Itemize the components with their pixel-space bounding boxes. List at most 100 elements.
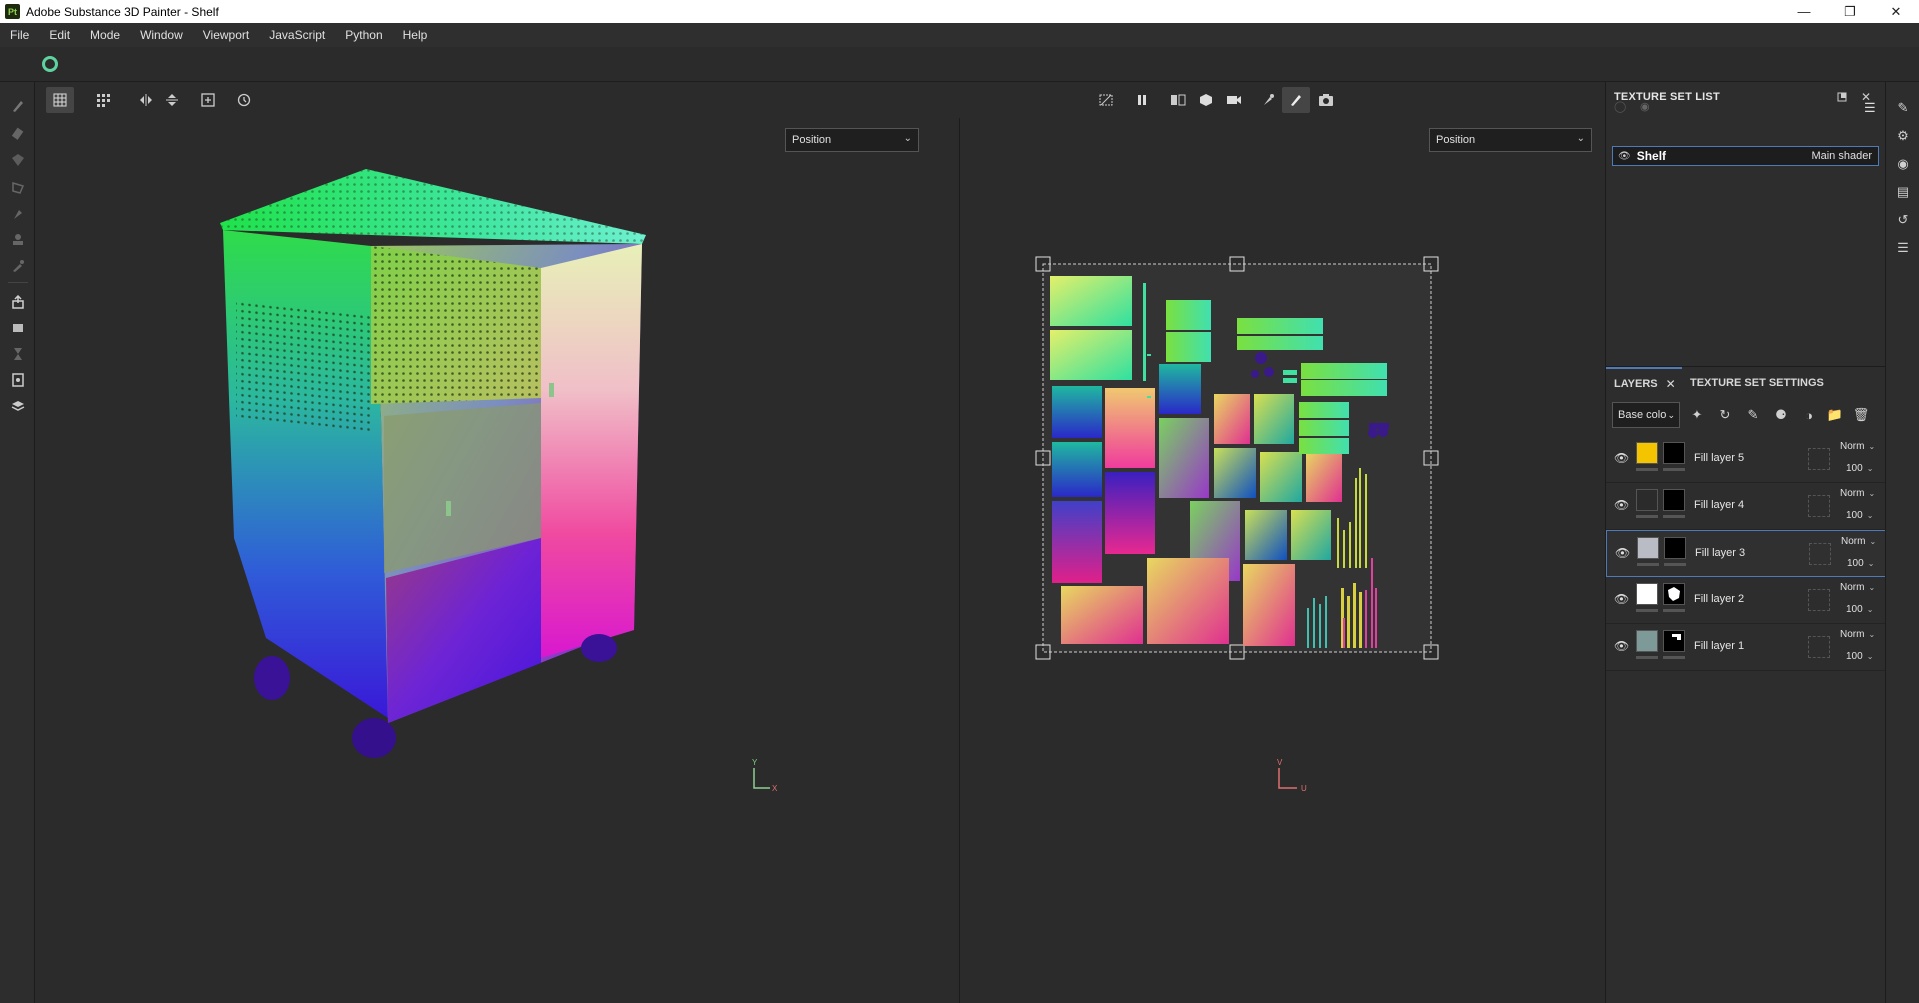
- effect-slot[interactable]: [1808, 636, 1830, 658]
- lighting-icon[interactable]: [1254, 87, 1282, 113]
- effect-slot[interactable]: [1808, 589, 1830, 611]
- display-settings-icon[interactable]: ◉: [1895, 156, 1911, 172]
- history-icon[interactable]: [230, 87, 258, 113]
- hourglass-icon[interactable]: [8, 344, 28, 364]
- layer-name[interactable]: Fill layer 5: [1694, 452, 1744, 464]
- layer-name[interactable]: Fill layer 1: [1694, 640, 1744, 652]
- eye-icon[interactable]: 👁: [1615, 546, 1630, 560]
- layer-mask-thumbnail[interactable]: [1663, 630, 1685, 652]
- blend-mode-select[interactable]: Norm ⌄: [1841, 536, 1876, 547]
- split-view-icon[interactable]: [1164, 87, 1192, 113]
- report-icon[interactable]: [8, 370, 28, 390]
- opacity-select[interactable]: 100 ⌄: [1846, 510, 1873, 521]
- smudge-icon[interactable]: [8, 204, 28, 224]
- paint-mode-icon[interactable]: [1282, 87, 1310, 113]
- menu-icon[interactable]: ☰: [1864, 100, 1876, 116]
- eye-icon[interactable]: 👁: [1618, 151, 1631, 162]
- projection-icon[interactable]: [8, 150, 28, 170]
- delete-layer-icon[interactable]: 🗑: [1852, 406, 1870, 424]
- log-panel-icon[interactable]: ☰: [1895, 240, 1911, 256]
- menu-python[interactable]: Python: [335, 28, 392, 42]
- menu-javascript[interactable]: JavaScript: [259, 28, 335, 42]
- opacity-select[interactable]: 100 ⌄: [1846, 463, 1873, 474]
- channel-select[interactable]: Base colo ⌄: [1612, 402, 1680, 428]
- layer-row[interactable]: 👁 Fill layer 2 Norm ⌄ 100 ⌄: [1606, 577, 1886, 624]
- frame-icon[interactable]: [194, 87, 222, 113]
- layer-mask-thumbnail[interactable]: [1663, 442, 1685, 464]
- add-effect-icon[interactable]: ✦: [1688, 406, 1706, 424]
- maximize-button[interactable]: ❐: [1827, 0, 1873, 23]
- texture-set-row[interactable]: 👁 Shelf Main shader: [1612, 146, 1879, 166]
- eye-icon[interactable]: 👁: [1614, 451, 1629, 465]
- layer-row-selected[interactable]: 👁 Fill layer 3 Norm ⌄ 100 ⌄: [1606, 530, 1886, 577]
- layer-row[interactable]: 👁 Fill layer 5 Norm ⌄ 100 ⌄: [1606, 436, 1886, 483]
- paint-brush-icon[interactable]: [8, 96, 28, 116]
- menu-file[interactable]: File: [0, 28, 39, 42]
- opacity-select[interactable]: 100 ⌄: [1846, 604, 1873, 615]
- close-icon[interactable]: ✕: [1666, 377, 1676, 391]
- link-icon[interactable]: ◯: [1614, 100, 1626, 113]
- menu-viewport[interactable]: Viewport: [193, 28, 259, 42]
- add-smart-material-icon[interactable]: ◑: [1800, 406, 1818, 424]
- bake-icon[interactable]: [8, 318, 28, 338]
- undock-icon[interactable]: [1834, 89, 1850, 105]
- screenshot-icon[interactable]: [1312, 87, 1340, 113]
- layer-row[interactable]: 👁 Fill layer 4 Norm ⌄ 100 ⌄: [1606, 483, 1886, 530]
- cube-view-icon[interactable]: [1192, 87, 1220, 113]
- eye-icon[interactable]: 👁: [1614, 498, 1629, 512]
- export-icon[interactable]: [8, 292, 28, 312]
- shelf-panel-icon[interactable]: ▤: [1895, 184, 1911, 200]
- history-panel-icon[interactable]: ↺: [1895, 212, 1911, 228]
- camera-view-icon[interactable]: [1220, 87, 1248, 113]
- blend-mode-select[interactable]: Norm ⌄: [1840, 629, 1875, 640]
- menu-window[interactable]: Window: [130, 28, 193, 42]
- eye-icon[interactable]: 👁: [1614, 592, 1629, 606]
- effect-slot[interactable]: [1809, 543, 1831, 565]
- layer-name[interactable]: Fill layer 4: [1694, 499, 1744, 511]
- symmetry-icon[interactable]: [132, 87, 160, 113]
- add-paint-layer-icon[interactable]: ✎: [1744, 406, 1762, 424]
- viewport-3d[interactable]: Position ⌄ Y X: [36, 118, 960, 1003]
- add-mask-icon[interactable]: ↻: [1716, 406, 1734, 424]
- menu-help[interactable]: Help: [393, 28, 438, 42]
- tab-texture-set-settings[interactable]: TEXTURE SET SETTINGS: [1690, 367, 1824, 399]
- add-fill-layer-icon[interactable]: ⚈: [1772, 406, 1790, 424]
- layer-mask-thumbnail[interactable]: [1663, 583, 1685, 605]
- eye-icon[interactable]: 👁: [1614, 639, 1629, 653]
- blend-mode-select[interactable]: Norm ⌄: [1840, 488, 1875, 499]
- effect-slot[interactable]: [1808, 495, 1830, 517]
- opacity-select[interactable]: 100 ⌄: [1847, 558, 1874, 569]
- effect-slot[interactable]: [1808, 448, 1830, 470]
- sync-icon[interactable]: [42, 56, 58, 72]
- layer-name[interactable]: Fill layer 3: [1695, 547, 1745, 559]
- opacity-value: 100: [1846, 651, 1863, 662]
- brush-panel-icon[interactable]: ✎: [1895, 100, 1911, 116]
- blend-mode-select[interactable]: Norm ⌄: [1840, 582, 1875, 593]
- layer-mask-thumbnail[interactable]: [1663, 489, 1685, 511]
- menu-edit[interactable]: Edit: [39, 28, 80, 42]
- settings-panel-icon[interactable]: ⚙: [1895, 128, 1911, 144]
- eraser-icon[interactable]: [8, 124, 28, 144]
- multi-grid-icon[interactable]: [90, 87, 118, 113]
- viewport-2d[interactable]: Position ⌄ V U: [961, 118, 1605, 1003]
- polygon-fill-icon[interactable]: [8, 178, 28, 198]
- eye-icon[interactable]: ◉: [1640, 100, 1650, 113]
- hide-ui-icon[interactable]: [1092, 87, 1120, 113]
- shelf-icon[interactable]: [8, 396, 28, 416]
- grid-view-icon[interactable]: [46, 87, 74, 113]
- layer-row[interactable]: 👁 Fill layer 1 Norm ⌄ 100 ⌄: [1606, 624, 1886, 671]
- minimize-button[interactable]: —: [1781, 0, 1827, 23]
- add-folder-icon[interactable]: 📁: [1826, 406, 1844, 424]
- layer-mask-thumbnail[interactable]: [1664, 537, 1686, 559]
- blend-mode-select[interactable]: Norm ⌄: [1840, 441, 1875, 452]
- clone-stamp-icon[interactable]: [8, 230, 28, 250]
- tab-layers[interactable]: LAYERS ✕: [1606, 367, 1682, 399]
- pause-icon[interactable]: [1128, 87, 1156, 113]
- texture-set-shader[interactable]: Main shader: [1811, 150, 1872, 162]
- layer-name[interactable]: Fill layer 2: [1694, 593, 1744, 605]
- mirror-icon[interactable]: [158, 87, 186, 113]
- color-picker-icon[interactable]: [8, 256, 28, 276]
- opacity-select[interactable]: 100 ⌄: [1846, 651, 1873, 662]
- menu-mode[interactable]: Mode: [80, 28, 130, 42]
- close-button[interactable]: ✕: [1873, 0, 1919, 23]
